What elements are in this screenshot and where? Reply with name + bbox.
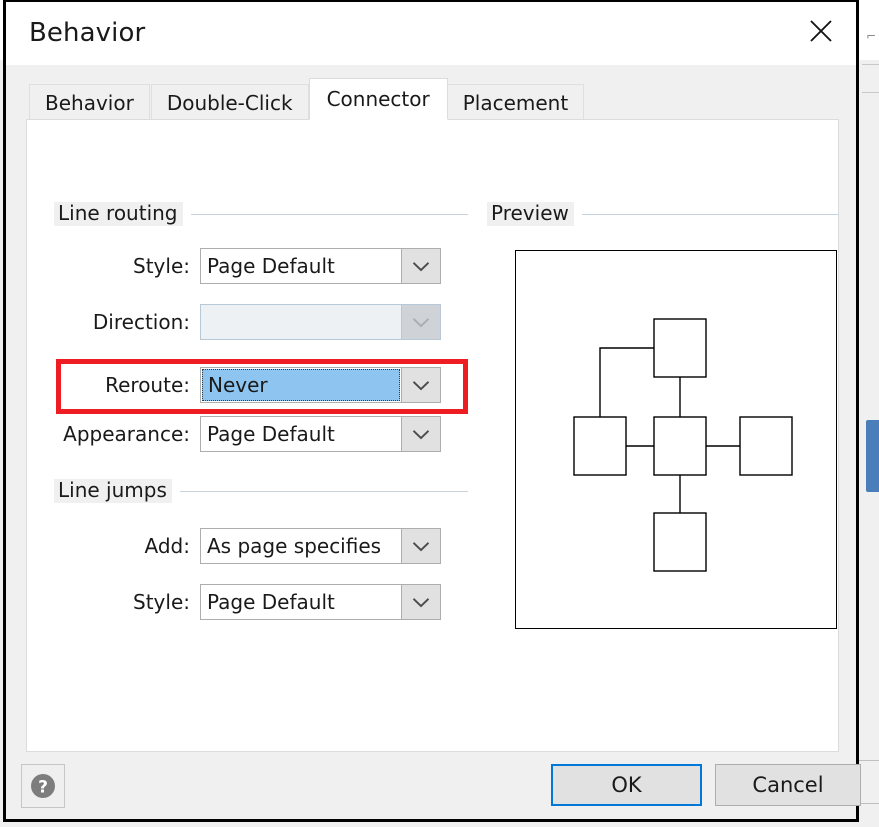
combo-line-jumps-add[interactable]: As page specifies bbox=[200, 528, 441, 564]
combo-line-routing-appearance[interactable]: Page Default bbox=[200, 416, 441, 452]
dialog-footer: ? OK Cancel bbox=[6, 752, 861, 819]
connector-tab-page: Line routing Style: Page Default Directi… bbox=[26, 119, 839, 752]
ok-button[interactable]: OK bbox=[551, 764, 702, 806]
combo-value: Page Default bbox=[207, 254, 335, 278]
field-row-appearance: Appearance: Page Default bbox=[45, 416, 441, 452]
connector-top-to-left bbox=[599, 347, 654, 417]
field-row-direction: Direction: bbox=[45, 304, 441, 340]
combo-value: Page Default bbox=[207, 422, 335, 446]
background-blue-tab[interactable] bbox=[866, 420, 879, 492]
label-add: Add: bbox=[144, 534, 190, 558]
field-row-reroute: Reroute: Never bbox=[45, 367, 441, 403]
chevron-down-icon[interactable] bbox=[401, 417, 440, 451]
tab-label: Connector bbox=[326, 87, 430, 111]
help-question-icon[interactable]: ? bbox=[21, 764, 65, 808]
group-title: Line routing bbox=[54, 202, 183, 226]
group-header-line-routing: Line routing bbox=[54, 202, 468, 226]
label-style: Style: bbox=[133, 254, 190, 278]
combo-line-routing-direction bbox=[200, 304, 441, 340]
chevron-down-icon[interactable] bbox=[401, 249, 440, 283]
tab-label: Double-Click bbox=[166, 90, 293, 115]
combo-line-routing-reroute[interactable]: Never bbox=[200, 367, 441, 403]
dialog-titlebar: Behavior bbox=[6, 2, 856, 65]
group-header-line-jumps: Line jumps bbox=[54, 479, 468, 503]
preview-box-bottom bbox=[653, 512, 707, 572]
tab-label: Placement bbox=[462, 90, 569, 115]
dialog-title: Behavior bbox=[29, 18, 146, 48]
preview-box-top bbox=[653, 318, 707, 378]
tab-strip: Behavior Double-Click Connector Placemen… bbox=[29, 78, 585, 120]
combo-line-jumps-style[interactable]: Page Default bbox=[200, 584, 441, 620]
chevron-down-icon bbox=[401, 305, 440, 339]
group-title: Preview bbox=[487, 202, 574, 226]
combo-line-routing-style[interactable]: Page Default bbox=[200, 248, 441, 284]
group-rule bbox=[190, 213, 468, 215]
tab-connector[interactable]: Connector bbox=[308, 78, 448, 120]
chevron-down-icon[interactable] bbox=[401, 368, 440, 402]
background-rule bbox=[862, 64, 879, 65]
preview-box-center bbox=[653, 416, 707, 476]
chevron-down-icon[interactable] bbox=[401, 529, 440, 563]
background-glyph-icon: ⌐ bbox=[866, 29, 877, 43]
group-title: Line jumps bbox=[54, 479, 172, 503]
field-row-style: Style: Page Default bbox=[45, 248, 441, 284]
label-reroute: Reroute: bbox=[105, 373, 190, 397]
dialog-body: Behavior Double-Click Connector Placemen… bbox=[6, 65, 861, 819]
field-row-jump-add: Add: As page specifies bbox=[45, 528, 441, 564]
background-rule bbox=[862, 92, 879, 93]
preview-box-left bbox=[573, 416, 627, 476]
label-appearance: Appearance: bbox=[63, 422, 190, 446]
tab-behavior[interactable]: Behavior bbox=[29, 84, 150, 120]
field-row-jump-style: Style: Page Default bbox=[45, 584, 441, 620]
label-jump-style: Style: bbox=[133, 590, 190, 614]
ok-button-label: OK bbox=[611, 773, 642, 797]
connector-preview-canvas bbox=[515, 250, 837, 629]
behavior-dialog: Behavior Behavior Double-Click Connector… bbox=[3, 0, 861, 822]
label-direction: Direction: bbox=[92, 310, 190, 334]
combo-value: Never bbox=[202, 369, 400, 401]
preview-box-right bbox=[739, 416, 793, 476]
cancel-button[interactable]: Cancel bbox=[715, 764, 861, 806]
preview-diagram bbox=[573, 318, 793, 572]
tab-label: Behavior bbox=[45, 90, 134, 115]
cancel-button-label: Cancel bbox=[752, 773, 824, 797]
group-rule bbox=[581, 213, 839, 215]
tab-placement[interactable]: Placement bbox=[446, 84, 585, 120]
combo-value: Page Default bbox=[207, 590, 335, 614]
combo-value bbox=[201, 305, 401, 339]
combo-value: As page specifies bbox=[207, 534, 382, 558]
tab-double-click[interactable]: Double-Click bbox=[150, 84, 309, 120]
svg-text:?: ? bbox=[38, 778, 48, 798]
group-header-preview: Preview bbox=[487, 202, 839, 226]
close-icon[interactable] bbox=[794, 6, 848, 56]
chevron-down-icon[interactable] bbox=[401, 585, 440, 619]
background-bottom-box bbox=[858, 760, 879, 804]
group-rule bbox=[179, 490, 468, 492]
